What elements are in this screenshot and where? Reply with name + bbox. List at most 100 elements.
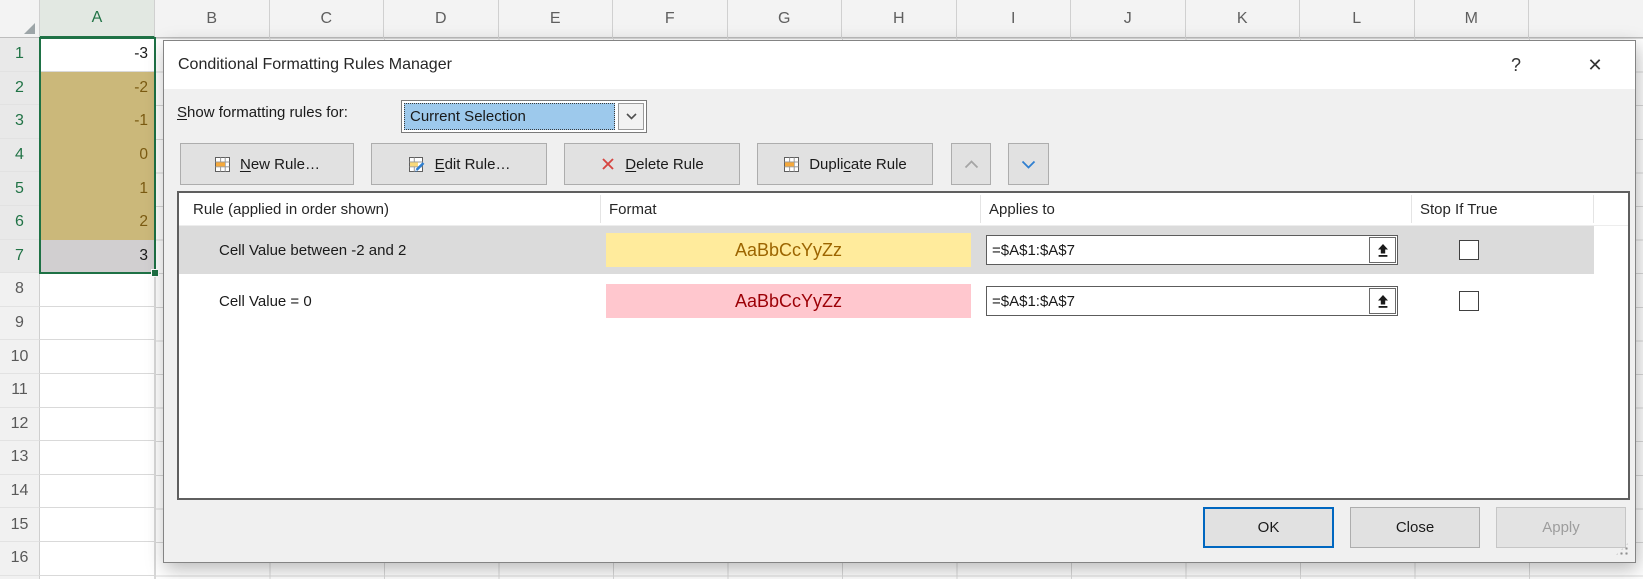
help-button[interactable]: ? [1494,41,1538,89]
column-header[interactable]: J [1071,0,1186,38]
cell[interactable] [40,508,155,542]
new-rule-label: New Rule… [240,156,320,173]
applies-to-value[interactable]: =$A$1:$A$7 [992,236,1367,264]
row-header[interactable]: 8 [0,273,40,307]
cell[interactable] [40,340,155,374]
cell[interactable] [40,408,155,442]
red-x-icon [600,156,616,172]
row-header[interactable]: 11 [0,374,40,408]
sheet-row: 3 -1 [0,105,155,139]
table-grid-icon [783,156,800,173]
column-header[interactable]: F [613,0,728,38]
row-header[interactable]: 6 [0,206,40,240]
row-header[interactable]: 13 [0,441,40,475]
applies-to-input[interactable]: =$A$1:$A$7 [986,286,1398,316]
sheet-row: 6 2 [0,206,155,240]
duplicate-rule-button[interactable]: Duplicate Rule [757,143,933,185]
arrow-up-bar-icon [1376,294,1390,309]
row-header[interactable]: 1 [0,38,40,72]
sheet-row: 11 [0,374,155,408]
cell[interactable] [40,576,155,579]
combobox-dropdown-button[interactable] [618,103,644,130]
cell[interactable]: 1 [40,172,155,206]
column-header[interactable]: K [1186,0,1301,38]
row-header[interactable]: 16 [0,542,40,576]
row-header[interactable]: 14 [0,475,40,509]
rules-list: Rule (applied in order shown) Format App… [177,191,1630,500]
cell[interactable] [40,307,155,341]
ok-button[interactable]: OK [1203,507,1334,548]
sheet-row: 15 [0,508,155,542]
stop-if-true-checkbox[interactable] [1459,291,1479,311]
excel-screen: A B C D E F G H I J [0,0,1643,579]
show-rules-combobox[interactable]: Current Selection [401,100,647,133]
collapse-dialog-button[interactable] [1369,288,1396,314]
dialog-title: Conditional Formatting Rules Manager [178,41,452,89]
column-separator [600,195,601,223]
cell[interactable] [40,273,155,307]
row-header[interactable]: 10 [0,340,40,374]
applies-to-input[interactable]: =$A$1:$A$7 [986,235,1398,265]
chevron-down-icon [626,113,637,120]
delete-rule-button[interactable]: Delete Rule [564,143,740,185]
cell[interactable]: -1 [40,105,155,139]
applies-to-value[interactable]: =$A$1:$A$7 [992,287,1367,315]
column-header[interactable]: B [155,0,270,38]
collapse-dialog-button[interactable] [1369,237,1396,263]
sheet-row [0,576,155,579]
sheet-row: 8 [0,273,155,307]
cell[interactable]: 0 [40,139,155,173]
row-header[interactable]: 7 [0,240,40,274]
row-header[interactable]: 5 [0,172,40,206]
chevron-up-icon [964,160,979,169]
rule-description: Cell Value = 0 [219,277,312,325]
applies-to-column-header: Applies to [989,193,1055,225]
new-rule-button[interactable]: New Rule… [180,143,354,185]
close-button[interactable]: Close [1350,507,1480,548]
combobox-selected-value[interactable]: Current Selection [404,103,615,130]
sheet-rows: 1 -3 2 -2 3 -1 4 0 5 [0,38,155,579]
move-rule-down-button[interactable] [1008,143,1049,185]
dialog-titlebar[interactable]: Conditional Formatting Rules Manager ? ✕ [164,41,1635,89]
column-header[interactable]: G [728,0,843,38]
row-header[interactable]: 15 [0,508,40,542]
column-separator [980,195,981,223]
cell[interactable] [40,441,155,475]
cell[interactable]: 3 [40,240,155,274]
column-separator [1593,195,1594,223]
column-header[interactable]: D [384,0,499,38]
edit-rule-label: Edit Rule… [435,156,511,173]
edit-rule-button[interactable]: Edit Rule… [371,143,547,185]
row-header[interactable]: 12 [0,408,40,442]
delete-rule-label: Delete Rule [625,156,703,173]
cell[interactable]: -3 [40,38,155,72]
cell[interactable] [40,374,155,408]
row-header[interactable]: 2 [0,72,40,106]
column-header[interactable]: E [499,0,614,38]
sheet-row: 14 [0,475,155,509]
row-header[interactable]: 3 [0,105,40,139]
close-icon[interactable]: ✕ [1572,41,1618,89]
column-header[interactable]: H [842,0,957,38]
row-header[interactable]: 9 [0,307,40,341]
column-header[interactable]: L [1300,0,1415,38]
stop-if-true-checkbox[interactable] [1459,240,1479,260]
column-header[interactable]: C [270,0,385,38]
row-header[interactable] [0,576,40,579]
column-header[interactable]: I [957,0,1072,38]
sheet-row: 10 [0,340,155,374]
select-all-corner[interactable] [0,0,40,38]
move-rule-up-button[interactable] [951,143,991,185]
column-header[interactable]: M [1415,0,1530,38]
apply-button[interactable]: Apply [1496,507,1626,548]
cell[interactable]: -2 [40,72,155,106]
column-header[interactable]: A [40,0,155,38]
row-header[interactable]: 4 [0,139,40,173]
cell[interactable]: 2 [40,206,155,240]
rule-row-1[interactable]: Cell Value between -2 and 2 AaBbCcYyZz =… [179,226,1594,274]
cell[interactable] [40,475,155,509]
cell[interactable] [40,542,155,576]
sheet-row: 12 [0,408,155,442]
rule-row-2[interactable]: Cell Value = 0 AaBbCcYyZz =$A$1:$A$7 [179,277,1594,325]
table-pencil-icon [408,156,426,173]
